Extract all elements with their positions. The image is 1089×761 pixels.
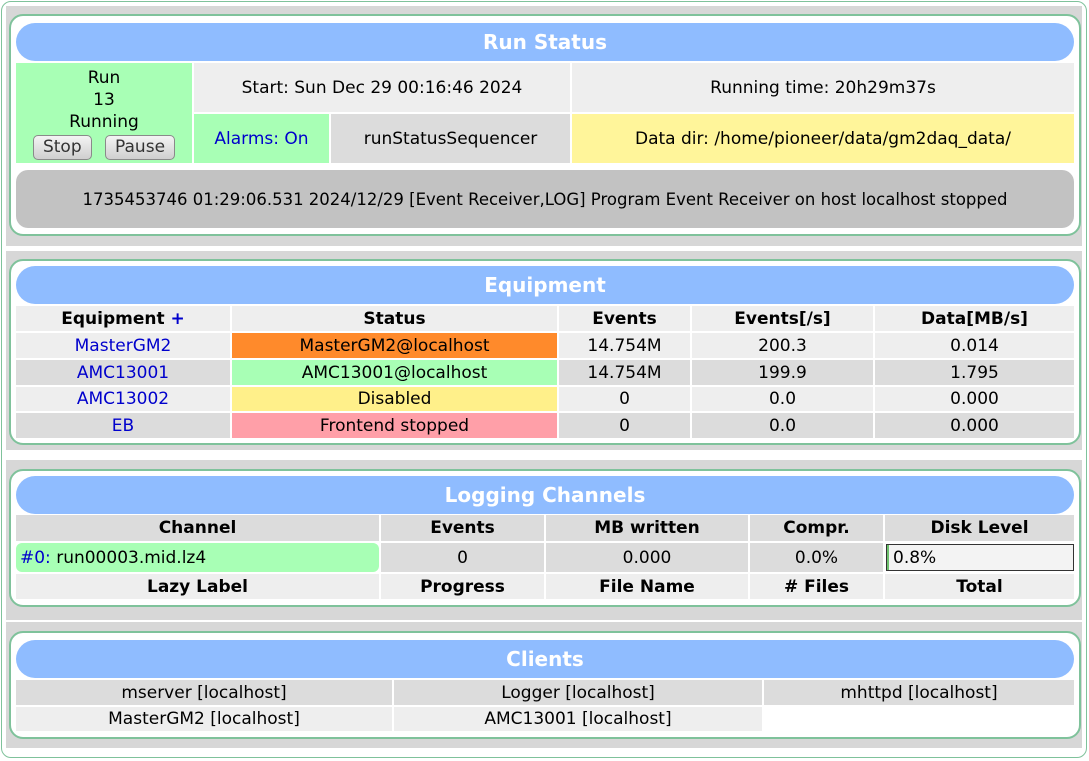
client-mastergm2: MasterGM2 [localhost] <box>16 707 392 731</box>
lazy-header-label: Lazy Label <box>16 574 379 599</box>
equipment-events: 0 <box>559 413 690 438</box>
channel-link[interactable]: #0: <box>20 548 51 568</box>
lazy-header-files: # Files <box>750 574 883 599</box>
equipment-header-label: Equipment <box>61 308 165 329</box>
lazy-header-progress: Progress <box>381 574 544 599</box>
logging-header-events: Events <box>381 515 544 541</box>
equipment-events: 14.754M <box>559 360 690 385</box>
equipment-header-name: Equipment + <box>16 306 230 331</box>
disk-level-bar: 0.8% <box>886 544 1074 571</box>
logging-compr: 0.0% <box>750 543 883 572</box>
logging-mb-written: 0.000 <box>546 543 748 572</box>
equipment-events: 14.754M <box>559 333 690 358</box>
logging-channel-cell: #0: run00003.mid.lz4 <box>16 543 379 572</box>
run-label: Run <box>87 67 121 88</box>
logging-header-channel: Channel <box>16 515 379 541</box>
channel-file: run00003.mid.lz4 <box>56 547 207 568</box>
equipment-name-amc13001[interactable]: AMC13001 <box>16 360 230 385</box>
equipment-name-amc13002[interactable]: AMC13002 <box>16 387 230 411</box>
disk-level-text: 0.8% <box>893 548 937 568</box>
equipment-data: 0.000 <box>875 413 1074 438</box>
run-state: Running <box>69 111 139 132</box>
logging-header-mb-written: MB written <box>546 515 748 541</box>
equipment-name-mastergm2[interactable]: MasterGM2 <box>16 333 230 358</box>
run-controls: Stop Pause <box>29 134 179 160</box>
equipment-events: 0 <box>559 387 690 411</box>
equipment-status: Disabled <box>232 387 557 411</box>
stop-button[interactable]: Stop <box>32 134 92 160</box>
start-time: Start: Sun Dec 29 00:16:46 2024 <box>194 63 570 112</box>
clients-title: Clients <box>16 640 1074 678</box>
equipment-rate: 200.3 <box>692 333 873 358</box>
equipment-header-events: Events <box>559 306 690 331</box>
equipment-data: 0.000 <box>875 387 1074 411</box>
running-time: Running time: 20h29m37s <box>572 63 1074 112</box>
equipment-header-rate: Events[/s] <box>692 306 873 331</box>
run-number: 13 <box>93 89 115 110</box>
equipment-status: AMC13001@localhost <box>232 360 557 385</box>
equipment-name-eb[interactable]: EB <box>16 413 230 438</box>
add-equipment-icon[interactable]: + <box>171 309 185 329</box>
alarms-link[interactable]: Alarms: On <box>194 114 329 163</box>
logging-events: 0 <box>381 543 544 572</box>
lazy-header-total: Total <box>885 574 1074 599</box>
equipment-title: Equipment <box>16 266 1074 304</box>
equipment-data: 1.795 <box>875 360 1074 385</box>
logging-header-compr: Compr. <box>750 515 883 541</box>
run-state-cell: Run 13 Running Stop Pause <box>16 63 192 163</box>
logging-header-disk-level: Disk Level <box>885 515 1074 541</box>
equipment-rate: 199.9 <box>692 360 873 385</box>
data-dir: Data dir: /home/pioneer/data/gm2daq_data… <box>572 114 1074 163</box>
logging-title: Logging Channels <box>16 476 1074 514</box>
equipment-header-data: Data[MB/s] <box>875 306 1074 331</box>
equipment-data: 0.014 <box>875 333 1074 358</box>
equipment-status: MasterGM2@localhost <box>232 333 557 358</box>
run-status-title: Run Status <box>16 23 1074 61</box>
message-bar[interactable]: 1735453746 01:29:06.531 2024/12/29 [Even… <box>16 170 1074 228</box>
client-amc13001: AMC13001 [localhost] <box>394 707 762 731</box>
pause-button[interactable]: Pause <box>105 134 176 160</box>
client-logger: Logger [localhost] <box>394 680 762 705</box>
equipment-header-status: Status <box>232 306 557 331</box>
equipment-rate: 0.0 <box>692 387 873 411</box>
client-mserver: mserver [localhost] <box>16 680 392 705</box>
equipment-rate: 0.0 <box>692 413 873 438</box>
sequencer-status: runStatusSequencer <box>331 114 570 163</box>
disk-level-fill <box>887 545 889 570</box>
client-mhttpd: mhttpd [localhost] <box>764 680 1074 705</box>
equipment-status: Frontend stopped <box>232 413 557 438</box>
lazy-header-file-name: File Name <box>546 574 748 599</box>
